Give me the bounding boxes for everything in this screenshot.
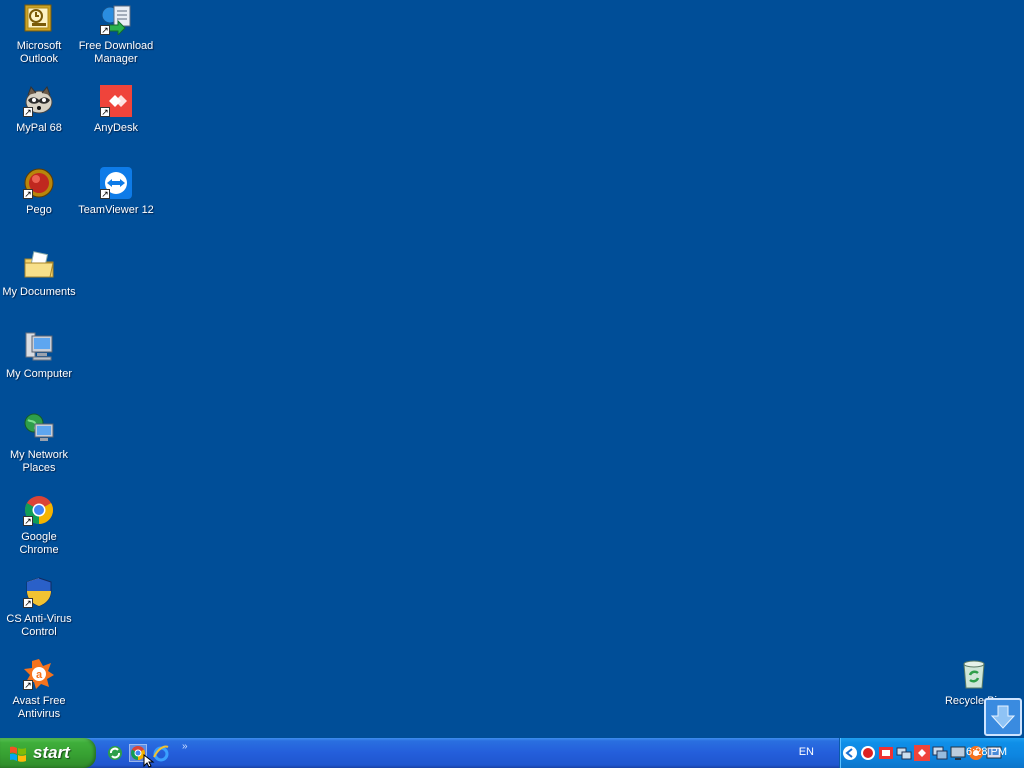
desktop-icon-my-network-places[interactable]: My Network Places	[0, 412, 78, 475]
teamviewer-icon: ↗	[100, 167, 132, 199]
desktop: Microsoft Outlook ↗ Free Download Manage…	[0, 0, 1024, 738]
pego-icon: ↗	[23, 167, 55, 199]
desktop-icon-mypal-68[interactable]: ↗ MyPal 68	[0, 85, 78, 135]
computer-icon	[23, 331, 55, 363]
start-label: start	[33, 743, 70, 762]
tray-connection-icon[interactable]	[932, 745, 948, 761]
desktop-icon-my-documents[interactable]: My Documents	[0, 249, 78, 299]
quick-launch-bar	[106, 744, 170, 762]
shortcut-arrow-icon: ↗	[23, 598, 33, 608]
shortcut-arrow-icon: ↗	[100, 25, 110, 35]
language-indicator[interactable]: EN	[799, 746, 814, 758]
start-button[interactable]: start	[0, 738, 96, 768]
desktop-icon-label: My Computer	[5, 368, 73, 380]
desktop-icon-label: My Documents	[2, 286, 76, 298]
desktop-icon-teamviewer-12[interactable]: ↗ TeamViewer 12	[77, 167, 155, 217]
svg-text:a: a	[36, 669, 43, 681]
quick-launch-more-chevron[interactable]: »	[182, 741, 188, 752]
mouse-cursor-icon	[143, 754, 155, 768]
desktop-icon-anydesk[interactable]: ↗ AnyDesk	[77, 85, 155, 135]
network-globe-icon	[23, 412, 55, 444]
anydesk-icon: ↗	[100, 85, 132, 117]
tray-app-icon[interactable]	[878, 745, 894, 761]
desktop-icon-label: Google Chrome	[19, 531, 59, 556]
outlook-icon	[23, 3, 55, 35]
recycle-bin-icon	[958, 658, 990, 690]
desktop-icon-label: My Network Places	[9, 449, 69, 474]
desktop-icon-label: Microsoft Outlook	[16, 40, 62, 65]
desktop-icon-cs-anti-virus-control[interactable]: ↗ CS Anti-Virus Control	[0, 576, 78, 639]
mypal-raccoon-icon: ↗	[23, 85, 55, 117]
shortcut-arrow-icon: ↗	[23, 516, 33, 526]
desktop-icon-label: Free Download Manager	[78, 40, 154, 65]
desktop-icon-label: CS Anti-Virus Control	[6, 613, 72, 638]
tray-security-icon[interactable]	[860, 745, 876, 761]
tray-anydesk-icon[interactable]	[914, 745, 930, 761]
shortcut-arrow-icon: ↗	[23, 680, 33, 690]
network-refresh-icon	[108, 746, 122, 760]
shortcut-arrow-icon: ↗	[100, 189, 110, 199]
desktop-icon-label: TeamViewer 12	[78, 204, 154, 216]
desktop-icon-my-computer[interactable]: My Computer	[0, 331, 78, 381]
tray-network-icon[interactable]	[896, 745, 912, 761]
folder-documents-icon	[23, 249, 55, 281]
shortcut-arrow-icon: ↗	[23, 107, 33, 117]
desktop-icon-label: Pego	[26, 204, 52, 216]
quick-launch-item[interactable]	[106, 744, 124, 762]
desktop-icon-label: AnyDesk	[93, 122, 139, 134]
avast-icon: a ↗	[23, 658, 55, 690]
desktop-icon-avast-free-antivirus[interactable]: a ↗ Avast Free Antivirus	[0, 658, 78, 721]
shortcut-arrow-icon: ↗	[23, 189, 33, 199]
system-tray: 6:28 PM	[839, 738, 1024, 768]
clock[interactable]: 6:28 PM	[966, 746, 1007, 758]
tray-monitor-icon[interactable]	[950, 745, 966, 761]
arrow-down-icon	[990, 705, 1016, 729]
desktop-icon-pego[interactable]: ↗ Pego	[0, 167, 78, 217]
security-shield-icon: ↗	[23, 576, 55, 608]
download-arrow-button[interactable]	[984, 698, 1022, 736]
desktop-icon-label: MyPal 68	[16, 122, 62, 134]
shortcut-arrow-icon: ↗	[100, 107, 110, 117]
desktop-icon-google-chrome[interactable]: ↗ Google Chrome	[0, 494, 78, 557]
desktop-icon-label: Avast Free Antivirus	[12, 695, 66, 720]
windows-flag-icon	[10, 746, 26, 762]
tray-back-arrow-icon[interactable]	[842, 745, 858, 761]
chrome-icon: ↗	[23, 494, 55, 526]
desktop-icon-free-download-manager[interactable]: ↗ Free Download Manager	[77, 3, 155, 66]
free-download-manager-icon: ↗	[100, 3, 132, 37]
desktop-icon-microsoft-outlook[interactable]: Microsoft Outlook	[0, 3, 78, 66]
